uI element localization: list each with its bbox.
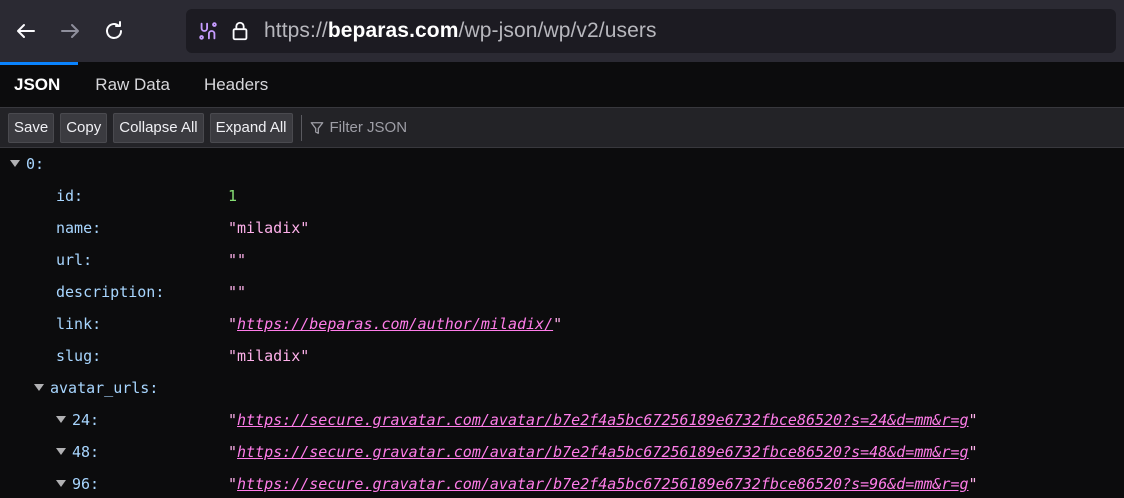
tree-row-avatar-urls[interactable]: avatar_urls: <box>0 372 1124 404</box>
tree-key: avatar_urls: <box>34 379 158 397</box>
toolbar-divider <box>300 114 302 141</box>
tree-key: id: <box>56 187 84 205</box>
tab-raw-data[interactable]: Raw Data <box>78 62 187 107</box>
tree-value: "miladix" <box>228 347 310 365</box>
filter-icon <box>310 121 323 134</box>
collapse-all-button[interactable]: Collapse All <box>113 112 204 143</box>
save-button[interactable]: Save <box>8 112 55 143</box>
reload-button[interactable] <box>92 9 136 53</box>
tab-json[interactable]: JSON <box>0 62 79 107</box>
tree-value: "https://beparas.com/author/miladix/" <box>228 315 563 333</box>
tree-value: "https://secure.gravatar.com/avatar/b7e2… <box>228 443 978 461</box>
forward-button[interactable] <box>48 9 92 53</box>
tree-value: "" <box>228 251 247 269</box>
tree-row-avatar-96[interactable]: 96: "https://secure.gravatar.com/avatar/… <box>0 468 1124 498</box>
filter-placeholder: Filter JSON <box>329 119 408 136</box>
tree-key: 0: <box>10 155 44 173</box>
tree-value: "" <box>228 283 247 301</box>
url-text: https://beparas.com/wp-json/wp/v2/users <box>264 19 657 42</box>
expand-arrow-icon <box>10 160 20 167</box>
tree-row-avatar-48[interactable]: 48: "https://secure.gravatar.com/avatar/… <box>0 436 1124 468</box>
tree-row-avatar-24[interactable]: 24: "https://secure.gravatar.com/avatar/… <box>0 404 1124 436</box>
json-viewer-tabs: JSON Raw Data Headers <box>0 62 1124 108</box>
tree-key: 96: <box>56 475 99 493</box>
browser-toolbar: https://beparas.com/wp-json/wp/v2/users <box>0 0 1124 62</box>
arrow-right-icon <box>61 24 79 38</box>
tree-row-url[interactable]: url: "" <box>0 244 1124 276</box>
expand-all-button[interactable]: Expand All <box>209 112 293 143</box>
expand-arrow-icon <box>56 416 66 423</box>
filter-json-input[interactable]: Filter JSON <box>310 119 408 136</box>
reload-icon <box>106 21 122 39</box>
tree-key: name: <box>56 219 102 237</box>
tree-key: url: <box>56 251 93 269</box>
tree-row-id[interactable]: id: 1 <box>0 180 1124 212</box>
tree-row-root[interactable]: 0: <box>0 148 1124 180</box>
tree-row-slug[interactable]: slug: "miladix" <box>0 340 1124 372</box>
permissions-icon[interactable] <box>192 15 224 47</box>
tab-headers[interactable]: Headers <box>187 62 285 107</box>
tree-value: "https://secure.gravatar.com/avatar/b7e2… <box>228 411 978 429</box>
expand-arrow-icon <box>34 384 44 391</box>
json-tree: 0: id: 1 name: "miladix" url: "" descrip… <box>0 148 1124 498</box>
tree-value: 1 <box>228 187 238 205</box>
tree-key: link: <box>56 315 102 333</box>
tree-row-description[interactable]: description: "" <box>0 276 1124 308</box>
tree-row-name[interactable]: name: "miladix" <box>0 212 1124 244</box>
address-bar[interactable]: https://beparas.com/wp-json/wp/v2/users <box>186 9 1116 53</box>
lock-icon[interactable] <box>224 15 256 47</box>
link-value[interactable]: https://beparas.com/author/miladix/ <box>237 315 553 333</box>
tree-key: 24: <box>56 411 99 429</box>
copy-button[interactable]: Copy <box>60 112 108 143</box>
json-toolbar: Save Copy Collapse All Expand All Filter… <box>0 108 1124 148</box>
expand-arrow-icon <box>56 480 66 487</box>
arrow-left-icon <box>17 24 35 38</box>
expand-arrow-icon <box>56 448 66 455</box>
tree-key: 48: <box>56 443 99 461</box>
link-value[interactable]: https://secure.gravatar.com/avatar/b7e2f… <box>237 411 969 429</box>
tree-value: "miladix" <box>228 219 310 237</box>
tree-value: "https://secure.gravatar.com/avatar/b7e2… <box>228 475 978 493</box>
tree-key: description: <box>56 283 165 301</box>
tree-key: slug: <box>56 347 102 365</box>
tree-row-link[interactable]: link: "https://beparas.com/author/miladi… <box>0 308 1124 340</box>
link-value[interactable]: https://secure.gravatar.com/avatar/b7e2f… <box>237 475 969 493</box>
link-value[interactable]: https://secure.gravatar.com/avatar/b7e2f… <box>237 443 969 461</box>
back-button[interactable] <box>4 9 48 53</box>
